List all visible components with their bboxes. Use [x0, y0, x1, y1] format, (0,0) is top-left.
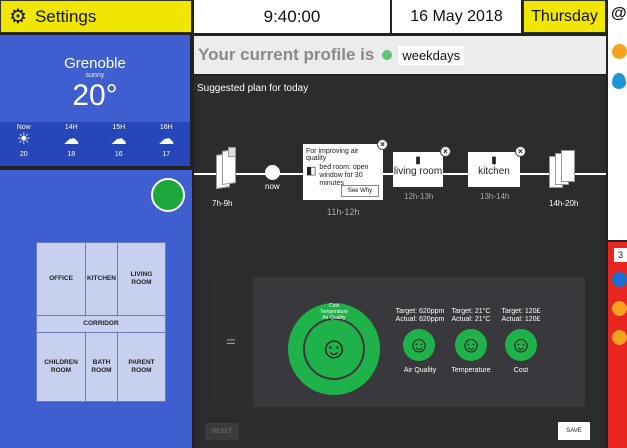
room-office[interactable]: OFFICE	[36, 242, 86, 316]
sliders-icon[interactable]: ⚌	[226, 334, 236, 347]
cloud-icon: ☁	[158, 131, 175, 148]
profile-prefix: Your current profile is	[198, 45, 375, 64]
overall-label: Air Quality	[322, 315, 346, 321]
card-text: living room	[393, 166, 443, 177]
plan-title: Suggested plan for today	[197, 83, 309, 94]
timeline-start-label: 7h-9h	[212, 199, 233, 208]
metric-values: Target: 21°C Actual: 21°C	[449, 308, 493, 325]
overall-labels: Cost Temperature Air Quality	[296, 303, 372, 321]
room-living[interactable]: LIVING ROOM	[117, 242, 166, 316]
forecast-temp: 20	[19, 151, 28, 158]
card-text: kitchen	[478, 166, 510, 177]
right-rail-top	[608, 0, 627, 240]
clock-time: 9:40:00	[194, 0, 390, 33]
air-quality-smiley-icon: ☺	[403, 329, 435, 361]
forecast-item: 16H ☁ 17	[143, 122, 191, 166]
notification-icon[interactable]	[612, 330, 627, 345]
notification-icon[interactable]	[612, 301, 627, 316]
water-drop-icon[interactable]	[612, 73, 626, 89]
metric-values: Target: 120£ Actual: 120£	[498, 308, 544, 325]
weather-temperature: 20°	[72, 79, 118, 112]
notification-count: 3	[614, 248, 627, 262]
now-label: now	[265, 182, 280, 191]
room-children[interactable]: CHILDREN ROOM	[36, 332, 86, 402]
current-date: 16 May 2018	[392, 0, 521, 33]
close-icon[interactable]: ×	[515, 146, 526, 157]
forecast-time: Now	[16, 124, 31, 131]
cost-smiley-icon: ☺	[505, 329, 537, 361]
forecast-temp: 16	[114, 151, 123, 158]
card-time: 12h-13h	[404, 192, 434, 201]
gear-icon: ⚙	[9, 5, 27, 28]
reset-button[interactable]: RESET	[205, 423, 239, 440]
settings-label: Settings	[34, 6, 97, 26]
suggestion-card-living-room[interactable]: ▮ living room	[393, 152, 443, 187]
cloud-icon: ☁	[110, 131, 127, 148]
metric-name: Air Quality	[403, 367, 437, 374]
weather-city: Grenoble	[64, 55, 126, 72]
metric-name: Temperature	[451, 367, 491, 374]
save-button[interactable]: SAVE	[558, 422, 590, 440]
close-icon[interactable]: ×	[377, 139, 388, 150]
settings-button[interactable]: ⚙ Settings	[0, 0, 192, 33]
current-day: Thursday	[523, 0, 606, 33]
metric-actual: Actual: 21°C	[451, 316, 491, 324]
door-icon: ▮	[491, 155, 497, 166]
temperature-smiley-icon: ☺	[455, 329, 487, 361]
at-icon[interactable]: @	[611, 5, 627, 23]
room-bath[interactable]: BATH ROOM	[85, 332, 118, 402]
door-icon: ▮	[415, 155, 421, 166]
metric-name: Cost	[513, 367, 529, 374]
close-icon[interactable]: ×	[440, 146, 451, 157]
card-time: 11h-12h	[327, 207, 360, 217]
profile-bar: Your current profile is weekdays	[194, 36, 606, 74]
forecast-time: 15H	[112, 124, 126, 131]
timeline-end-label: 14h-20h	[549, 199, 579, 208]
room-parent[interactable]: PARENT ROOM	[117, 332, 166, 402]
weather-forecast: Now ☀ 20 14H ☁ 18 15H ☁ 16 16H ☁ 17	[0, 122, 190, 166]
floor-plan-panel: OFFICE KITCHEN LIVING ROOM CORRIDOR CHIL…	[0, 168, 192, 448]
room-corridor[interactable]: CORRIDOR	[36, 315, 166, 333]
suggestion-card-kitchen[interactable]: ▮ kitchen	[468, 152, 520, 187]
notification-icon[interactable]	[612, 44, 627, 59]
profile-name[interactable]: weekdays	[398, 45, 465, 65]
forecast-temp: 18	[67, 151, 76, 158]
metric-target: Target: 120£	[501, 308, 541, 315]
home-status-indicator[interactable]	[151, 178, 185, 212]
weather-panel: Grenoble sunny 20° Now ☀ 20 14H ☁ 18 15H…	[0, 35, 192, 166]
document-icon	[561, 150, 575, 182]
cloud-icon: ☁	[63, 131, 80, 148]
metric-actual: Actual: 120£	[501, 316, 541, 324]
profile-status-dot	[382, 50, 393, 60]
room-kitchen[interactable]: KITCHEN	[85, 242, 118, 316]
card-time: 13h-14h	[480, 192, 510, 201]
forecast-temp: 17	[162, 151, 171, 158]
see-why-button[interactable]: See Why	[341, 185, 379, 197]
metric-actual: Actual: 620ppm	[395, 316, 445, 324]
forecast-time: 14H	[64, 124, 78, 131]
document-icon	[228, 147, 236, 157]
forecast-item: 15H ☁ 16	[95, 122, 143, 166]
forecast-item: Now ☀ 20	[0, 122, 48, 166]
metric-target: Target: 620ppm	[395, 308, 445, 315]
now-marker	[265, 165, 280, 180]
weather-condition: sunny	[85, 72, 105, 79]
card-title: For improving air quality	[306, 148, 359, 162]
window-icon: ◧	[306, 165, 317, 177]
forecast-time: 16H	[159, 124, 173, 131]
forecast-item: 14H ☁ 18	[48, 122, 96, 166]
overall-smiley-icon: ☺	[305, 320, 363, 378]
sun-icon: ☀	[16, 131, 31, 148]
notification-icon[interactable]	[612, 272, 627, 287]
metric-values: Target: 620ppm Actual: 620ppm	[394, 308, 446, 325]
